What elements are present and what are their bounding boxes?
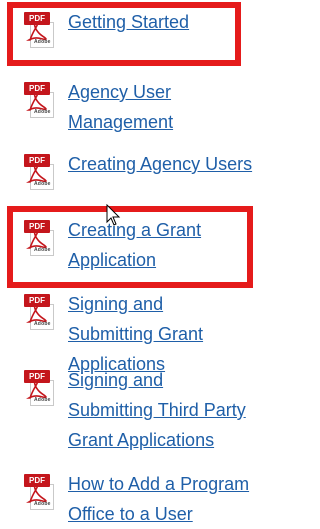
list-item: PDF Adobe Creating Agency Users [24, 152, 253, 190]
highlight-box-creating-grant [7, 206, 253, 288]
pdf-icon[interactable]: PDF Adobe [24, 154, 54, 190]
doc-link-add-program-office[interactable]: How to Add a Program Office to a User [68, 469, 253, 529]
highlight-box-getting-started [7, 2, 241, 66]
pdf-icon[interactable]: PDF Adobe [24, 82, 54, 118]
pdf-icon[interactable]: PDF Adobe [24, 294, 54, 330]
pdf-icon[interactable]: PDF Adobe [24, 370, 54, 406]
list-item: PDF Adobe Signing and Submitting Third P… [24, 368, 253, 455]
doc-link-creating-agency-users[interactable]: Creating Agency Users [68, 149, 253, 179]
doc-link-agency-user-management[interactable]: Agency User Management [68, 77, 188, 137]
list-item: PDF Adobe Agency User Management [24, 80, 188, 137]
pdf-icon[interactable]: PDF Adobe [24, 474, 54, 510]
list-item: PDF Adobe How to Add a Program Office to… [24, 472, 253, 529]
doc-link-signing-submitting-third-party[interactable]: Signing and Submitting Third Party Grant… [68, 365, 253, 455]
mouse-cursor-icon [106, 204, 121, 226]
